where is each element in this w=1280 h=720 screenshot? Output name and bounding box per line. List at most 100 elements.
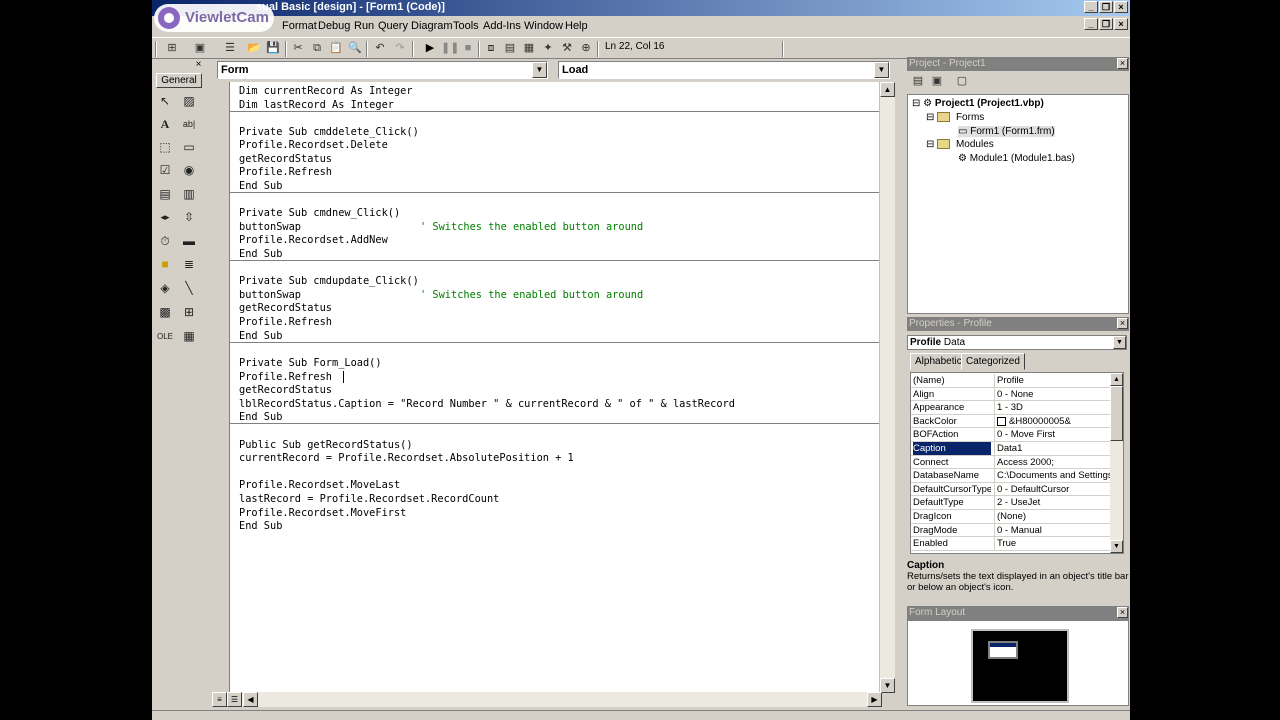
optionbutton-icon[interactable]: ◉ (180, 162, 198, 179)
toolbox-icon[interactable]: ⚒ (559, 41, 575, 56)
view-object-icon[interactable]: ▣ (929, 74, 945, 89)
property-value[interactable]: &H80000005& (994, 414, 1111, 428)
properties-window-icon[interactable]: ▤ (502, 41, 518, 56)
property-value[interactable]: True (994, 537, 1111, 551)
listbox-icon[interactable]: ▥ (180, 186, 198, 203)
break-icon[interactable]: ❚❚ (441, 41, 459, 56)
scroll-down-icon[interactable]: ▼ (1110, 540, 1123, 553)
hscrollbar-icon[interactable]: ◂▸ (156, 209, 174, 226)
properties-object-combo[interactable]: Profile Data ▼ (907, 335, 1127, 350)
property-value[interactable]: C:\Documents and Settings\ (994, 469, 1111, 483)
end-icon[interactable]: ■ (460, 41, 476, 56)
form-position-preview[interactable] (988, 641, 1018, 659)
paste-icon[interactable]: 📋 (328, 41, 344, 56)
property-value[interactable]: (None) (994, 510, 1111, 523)
chevron-down-icon[interactable]: ▼ (532, 62, 547, 78)
full-module-view-icon[interactable]: ☰ (227, 692, 242, 707)
restore-button[interactable]: ❐ (1099, 1, 1113, 13)
add-form-icon[interactable]: ▣ (192, 41, 208, 56)
property-value[interactable]: Data1 (994, 442, 1111, 455)
property-row[interactable]: DefaultType 2 - UseJet (911, 496, 1111, 510)
close-icon[interactable]: × (1117, 607, 1128, 618)
property-value[interactable]: 0 - DefaultCursor (994, 482, 1111, 496)
property-row[interactable]: BOFAction 0 - Move First (911, 428, 1111, 442)
object-browser-icon[interactable]: ✦ (540, 41, 556, 56)
property-row[interactable]: (Name) Profile (911, 374, 1111, 388)
property-value[interactable]: 2 - UseJet (994, 496, 1111, 510)
shape-icon[interactable]: ◈ (156, 280, 174, 297)
collapse-icon[interactable]: ⊟ (912, 98, 920, 109)
undo-icon[interactable]: ↶ (372, 41, 388, 56)
property-row-selected[interactable]: Caption Data1 (911, 442, 1111, 456)
tree-item-module1[interactable]: ⚙ Module1 (Module1.bas) (958, 153, 1075, 164)
property-value[interactable]: 0 - Manual (994, 523, 1111, 537)
chevron-down-icon[interactable]: ▼ (874, 62, 889, 78)
picturebox-icon[interactable]: ▨ (180, 93, 198, 110)
object-combo[interactable]: Form ▼ (217, 61, 548, 79)
custom-control-icon[interactable]: ▦ (180, 328, 198, 345)
code-vertical-scrollbar[interactable]: ▲ ▼ (879, 82, 895, 693)
menu-help[interactable]: Help (565, 20, 588, 32)
property-row[interactable]: DefaultCursorType 0 - DefaultCursor (911, 482, 1111, 497)
dirlistbox-icon[interactable]: ■ (156, 256, 174, 273)
copy-icon[interactable]: ⧉ (309, 41, 325, 56)
pointer-icon[interactable]: ↖ (156, 93, 174, 110)
menu-editor-icon[interactable]: ☰ (222, 41, 238, 56)
property-value[interactable]: 0 - None (994, 387, 1111, 401)
property-value[interactable]: Access 2000; (994, 455, 1111, 469)
scroll-up-icon[interactable]: ▲ (1110, 373, 1123, 386)
menu-window[interactable]: Window (524, 20, 563, 32)
tree-item-form1[interactable]: ▭ Form1 (Form1.frm) (958, 126, 1055, 137)
scroll-right-icon[interactable]: ▶ (867, 692, 882, 707)
code-editor[interactable]: Dim currentRecord As Integer Dim lastRec… (229, 82, 884, 693)
mdi-close-button[interactable]: × (1114, 18, 1128, 30)
menu-debug[interactable]: Debug (318, 20, 350, 32)
find-icon[interactable]: 🔍 (347, 41, 363, 56)
cut-icon[interactable]: ✂ (290, 41, 306, 56)
property-row[interactable]: DatabaseName C:\Documents and Settings\ (911, 469, 1111, 483)
procedure-combo[interactable]: Load ▼ (558, 61, 890, 79)
timer-icon[interactable]: ⏱ (156, 233, 174, 250)
toggle-folders-icon[interactable]: ▢ (954, 74, 970, 89)
vscrollbar-icon[interactable]: ⇳ (180, 209, 198, 226)
commandbutton-icon[interactable]: ▭ (180, 139, 198, 156)
property-row[interactable]: Connect Access 2000; (911, 455, 1111, 470)
label-icon[interactable]: A (156, 116, 174, 133)
menu-format[interactable]: Format (282, 20, 317, 32)
mdi-restore-button[interactable]: ❐ (1099, 18, 1113, 30)
scroll-left-icon[interactable]: ◀ (243, 692, 258, 707)
add-project-icon[interactable]: ⊞ (164, 41, 180, 56)
property-row[interactable]: DragIcon (None) (911, 510, 1111, 524)
property-row[interactable]: Align 0 - None (911, 387, 1111, 402)
project-explorer-icon[interactable]: ⧈ (483, 41, 499, 56)
scroll-down-icon[interactable]: ▼ (880, 678, 895, 693)
mdi-minimize-button[interactable]: _ (1084, 18, 1098, 30)
tab-alphabetic[interactable]: Alphabetic (910, 353, 967, 370)
menu-query[interactable]: Query (378, 20, 408, 32)
image-icon[interactable]: ▩ (156, 304, 174, 321)
textbox-icon[interactable]: ab| (180, 116, 198, 133)
property-value[interactable]: 1 - 3D (994, 401, 1111, 415)
open-project-icon[interactable]: 📂 (246, 41, 262, 56)
property-row[interactable]: BackColor &H80000005& (911, 414, 1111, 429)
combobox-icon[interactable]: ▤ (156, 186, 174, 203)
tree-item-forms[interactable]: ⊟ Forms (926, 112, 984, 123)
menu-tools[interactable]: Tools (453, 20, 479, 32)
menu-addins[interactable]: Add-Ins (483, 20, 521, 32)
tree-item-project1[interactable]: ⊟ ⚙ Project1 (Project1.vbp) (912, 98, 1044, 109)
property-value[interactable]: Profile (994, 374, 1111, 387)
close-icon[interactable]: × (1117, 318, 1128, 329)
property-row[interactable]: Appearance 1 - 3D (911, 401, 1111, 415)
property-row[interactable]: DragMode 0 - Manual (911, 523, 1111, 538)
data-control-icon[interactable]: ⊞ (180, 304, 198, 321)
menu-diagram[interactable]: Diagram (411, 20, 453, 32)
view-code-icon[interactable]: ▤ (910, 74, 926, 89)
filelistbox-icon[interactable]: ≣ (180, 256, 198, 273)
toolbox-tab-general[interactable]: General (156, 73, 202, 88)
checkbox-icon[interactable]: ☑ (156, 162, 174, 179)
code-horizontal-scrollbar[interactable]: ≡ ☰ ◀ ▶ (212, 692, 882, 707)
form-layout-icon[interactable]: ▦ (521, 41, 537, 56)
minimize-button[interactable]: _ (1084, 1, 1098, 13)
data-view-icon[interactable]: ⊕ (578, 41, 594, 56)
chevron-down-icon[interactable]: ▼ (1113, 336, 1126, 349)
